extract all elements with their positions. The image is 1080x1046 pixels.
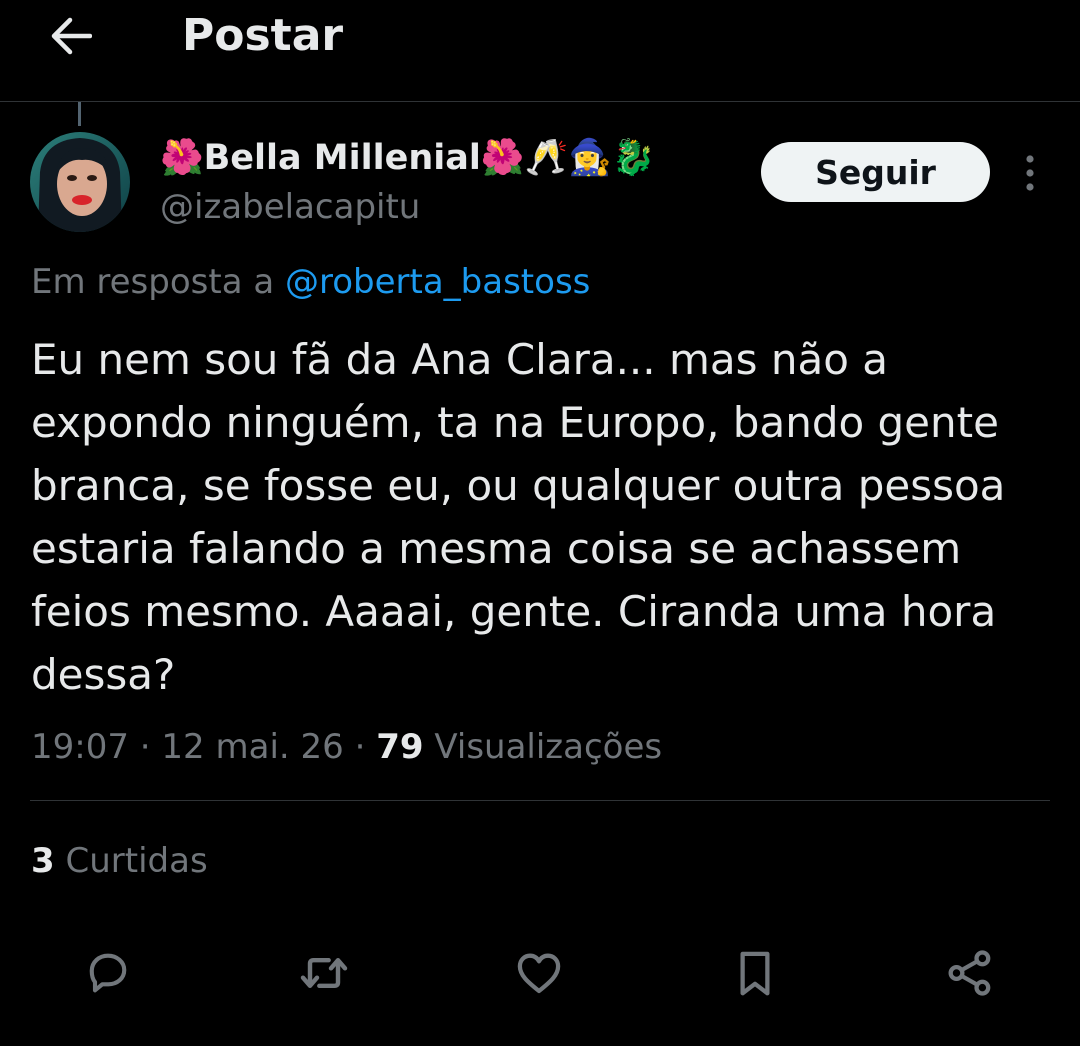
- heart-icon: [517, 953, 561, 994]
- likes-stat[interactable]: 3 Curtidas: [31, 836, 208, 886]
- top-bar: Postar: [0, 0, 1080, 102]
- post-date[interactable]: 12 mai. 26: [161, 727, 343, 767]
- author-handle[interactable]: @izabelacapitu: [160, 186, 420, 228]
- reply-username-link[interactable]: @roberta_bastoss: [285, 262, 590, 302]
- avatar[interactable]: [30, 132, 130, 232]
- likes-count: 3: [31, 841, 55, 881]
- repost-icon: [300, 957, 348, 989]
- meta-separator: ·: [128, 727, 162, 767]
- meta-separator: ·: [343, 727, 377, 767]
- author-display-name[interactable]: 🌺Bella Millenial🌺🥂🧙‍♀️🐉: [160, 136, 655, 180]
- post-meta: 19:07 · 12 mai. 26 · 79 Visualizações: [31, 722, 662, 772]
- post-time[interactable]: 19:07: [31, 727, 129, 767]
- arrow-left-icon: [51, 17, 92, 55]
- more-vertical-icon: [1026, 155, 1034, 191]
- views-count: 79: [376, 727, 424, 767]
- share-icon: [948, 950, 991, 996]
- post-text: Eu nem sou fã da Ana Clara... mas não a …: [31, 335, 1006, 699]
- reply-button[interactable]: [75, 940, 141, 1006]
- thread-connector-line: [78, 102, 81, 126]
- avatar-image: [30, 132, 130, 232]
- share-button[interactable]: [937, 940, 1003, 1006]
- more-options-button[interactable]: [1010, 150, 1050, 196]
- bookmark-icon: [740, 951, 770, 996]
- action-bar: [0, 940, 1080, 1006]
- reply-context: Em resposta a @roberta_bastoss: [31, 258, 590, 306]
- like-button[interactable]: [506, 940, 572, 1006]
- likes-label: Curtidas: [54, 841, 208, 881]
- divider: [30, 800, 1050, 801]
- follow-button[interactable]: Seguir: [761, 142, 990, 202]
- bookmark-button[interactable]: [722, 940, 788, 1006]
- back-button[interactable]: [40, 10, 100, 62]
- page-title: Postar: [182, 10, 344, 61]
- reply-bubble-icon: [89, 953, 127, 993]
- reply-prefix: Em resposta a: [31, 262, 285, 302]
- views-label: Visualizações: [423, 727, 663, 767]
- repost-button[interactable]: [291, 940, 357, 1006]
